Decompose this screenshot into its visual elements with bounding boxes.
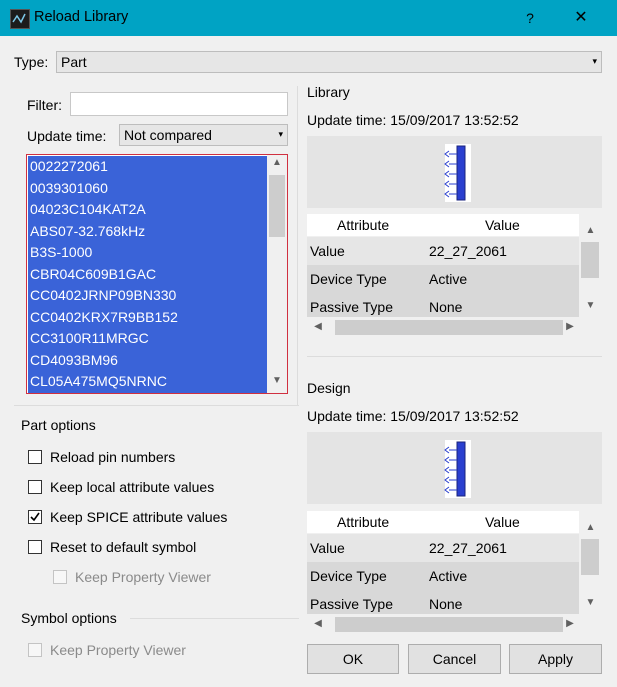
divider bbox=[307, 356, 602, 357]
parts-list[interactable]: 0022272061 0039301060 04023C104KAT2A ABS… bbox=[26, 154, 288, 394]
cancel-button[interactable]: Cancel bbox=[408, 644, 501, 674]
library-title: Library bbox=[307, 84, 350, 100]
design-table-header: Attribute Value bbox=[307, 511, 579, 533]
value-column-header[interactable]: Value bbox=[485, 511, 520, 533]
list-item[interactable]: B3S-1000 bbox=[28, 242, 267, 264]
value-cell: Active bbox=[429, 568, 468, 584]
list-item[interactable]: CC0402KRX7R9BB152 bbox=[28, 306, 267, 328]
list-item[interactable]: CL05A475MQ5NRNC bbox=[28, 371, 267, 393]
scroll-down-arrow-icon[interactable]: ▼ bbox=[579, 300, 602, 311]
symbol-keep-property-viewer-label: Keep Property Viewer bbox=[50, 642, 186, 658]
update-time-select[interactable]: Not compared ▾ bbox=[119, 124, 288, 146]
library-symbol-preview bbox=[307, 136, 602, 208]
library-update-time: Update time: 15/09/2017 13:52:52 bbox=[307, 112, 519, 128]
window-title: Reload Library bbox=[34, 9, 129, 25]
scroll-thumb[interactable] bbox=[581, 242, 599, 278]
scroll-thumb[interactable] bbox=[581, 539, 599, 575]
list-item[interactable]: 0022272061 bbox=[28, 156, 267, 178]
scroll-right-arrow-icon[interactable]: ▶ bbox=[563, 618, 577, 629]
scroll-up-arrow-icon[interactable]: ▲ bbox=[579, 225, 602, 236]
scroll-right-arrow-icon[interactable]: ▶ bbox=[563, 321, 577, 332]
scroll-up-arrow-icon[interactable]: ▲ bbox=[579, 522, 602, 533]
symbol-options-title: Symbol options bbox=[21, 610, 117, 626]
filter-input[interactable] bbox=[70, 92, 288, 116]
help-button[interactable]: ? bbox=[520, 6, 540, 30]
value-cell: 22_27_2061 bbox=[429, 540, 507, 556]
attribute-cell: Value bbox=[310, 540, 345, 556]
scroll-thumb[interactable] bbox=[335, 617, 563, 632]
design-symbol-preview bbox=[307, 432, 602, 504]
part-options-title: Part options bbox=[21, 417, 96, 433]
reload-pin-numbers-label: Reload pin numbers bbox=[50, 449, 176, 465]
table-row[interactable]: Value 22_27_2061 bbox=[307, 534, 579, 562]
list-item[interactable]: 0039301060 bbox=[28, 177, 267, 199]
divider bbox=[14, 405, 299, 406]
scroll-thumb[interactable] bbox=[335, 320, 563, 335]
table-row[interactable]: Value 22_27_2061 bbox=[307, 237, 579, 265]
design-update-time: Update time: 15/09/2017 13:52:52 bbox=[307, 408, 519, 424]
apply-button[interactable]: Apply bbox=[509, 644, 602, 674]
table-row[interactable]: Device Type Active bbox=[307, 265, 579, 293]
ok-button[interactable]: OK bbox=[307, 644, 399, 674]
close-button[interactable]: ✕ bbox=[568, 5, 594, 31]
design-attribute-table[interactable]: Attribute Value Value 22_27_2061 Device … bbox=[307, 511, 602, 635]
value-cell: 22_27_2061 bbox=[429, 243, 507, 259]
reload-pin-numbers-checkbox[interactable] bbox=[28, 450, 42, 464]
update-time-label: Update time: bbox=[27, 128, 107, 144]
chevron-down-icon: ▾ bbox=[278, 129, 283, 139]
chevron-down-icon: ▾ bbox=[592, 56, 597, 66]
attribute-column-header[interactable]: Attribute bbox=[337, 214, 389, 236]
divider bbox=[130, 618, 299, 619]
part-keep-property-viewer-checkbox bbox=[53, 570, 67, 584]
library-table-hscroll[interactable]: ◀ ▶ bbox=[307, 317, 602, 338]
keep-spice-attr-label: Keep SPICE attribute values bbox=[50, 509, 228, 525]
type-label: Type: bbox=[14, 54, 49, 70]
reset-default-symbol-checkbox[interactable] bbox=[28, 540, 42, 554]
scroll-down-arrow-icon[interactable]: ▼ bbox=[579, 597, 602, 608]
scroll-left-arrow-icon[interactable]: ◀ bbox=[311, 321, 325, 332]
list-item[interactable]: CC3100R11MRGC bbox=[28, 328, 267, 350]
part-symbol-icon bbox=[444, 144, 471, 202]
value-column-header[interactable]: Value bbox=[485, 214, 520, 236]
list-item[interactable]: CBR04C609B1GAC bbox=[28, 263, 267, 285]
type-select[interactable]: Part ▾ bbox=[56, 51, 602, 73]
list-item[interactable]: ABS07-32.768kHz bbox=[28, 220, 267, 242]
checkmark-icon bbox=[30, 512, 40, 522]
part-symbol-icon bbox=[444, 440, 471, 498]
library-table-vscroll[interactable]: ▲ ▼ bbox=[579, 214, 602, 316]
list-item[interactable]: 04023C104KAT2A bbox=[28, 199, 267, 221]
keep-spice-attr-checkbox[interactable] bbox=[28, 510, 42, 524]
table-row[interactable]: Device Type Active bbox=[307, 562, 579, 590]
library-table-header: Attribute Value bbox=[307, 214, 579, 236]
filter-label: Filter: bbox=[27, 97, 62, 113]
scroll-down-arrow-icon[interactable]: ▼ bbox=[267, 375, 287, 386]
attribute-cell: Value bbox=[310, 243, 345, 259]
scroll-left-arrow-icon[interactable]: ◀ bbox=[311, 618, 325, 629]
symbol-keep-property-viewer-checkbox bbox=[28, 643, 42, 657]
type-select-value: Part bbox=[61, 54, 87, 70]
divider bbox=[297, 86, 298, 406]
app-icon bbox=[10, 9, 30, 29]
update-time-select-value: Not compared bbox=[124, 127, 212, 143]
design-table-vscroll[interactable]: ▲ ▼ bbox=[579, 511, 602, 613]
reset-default-symbol-label: Reset to default symbol bbox=[50, 539, 197, 555]
parts-list-scrollbar[interactable]: ▲ ▼ bbox=[267, 155, 287, 393]
value-cell: Active bbox=[429, 271, 468, 287]
part-keep-property-viewer-label: Keep Property Viewer bbox=[75, 569, 211, 585]
scroll-thumb[interactable] bbox=[269, 175, 285, 237]
library-attribute-table[interactable]: Attribute Value Value 22_27_2061 Device … bbox=[307, 214, 602, 338]
attribute-cell: Device Type bbox=[310, 568, 387, 584]
attribute-column-header[interactable]: Attribute bbox=[337, 511, 389, 533]
attribute-cell: Device Type bbox=[310, 271, 387, 287]
design-table-hscroll[interactable]: ◀ ▶ bbox=[307, 614, 602, 635]
keep-local-attr-checkbox[interactable] bbox=[28, 480, 42, 494]
design-title: Design bbox=[307, 380, 351, 396]
scroll-up-arrow-icon[interactable]: ▲ bbox=[267, 157, 287, 168]
list-item[interactable]: CC0402JRNP09BN330 bbox=[28, 285, 267, 307]
list-item[interactable]: CD4093BM96 bbox=[28, 349, 267, 371]
keep-local-attr-label: Keep local attribute values bbox=[50, 479, 215, 495]
